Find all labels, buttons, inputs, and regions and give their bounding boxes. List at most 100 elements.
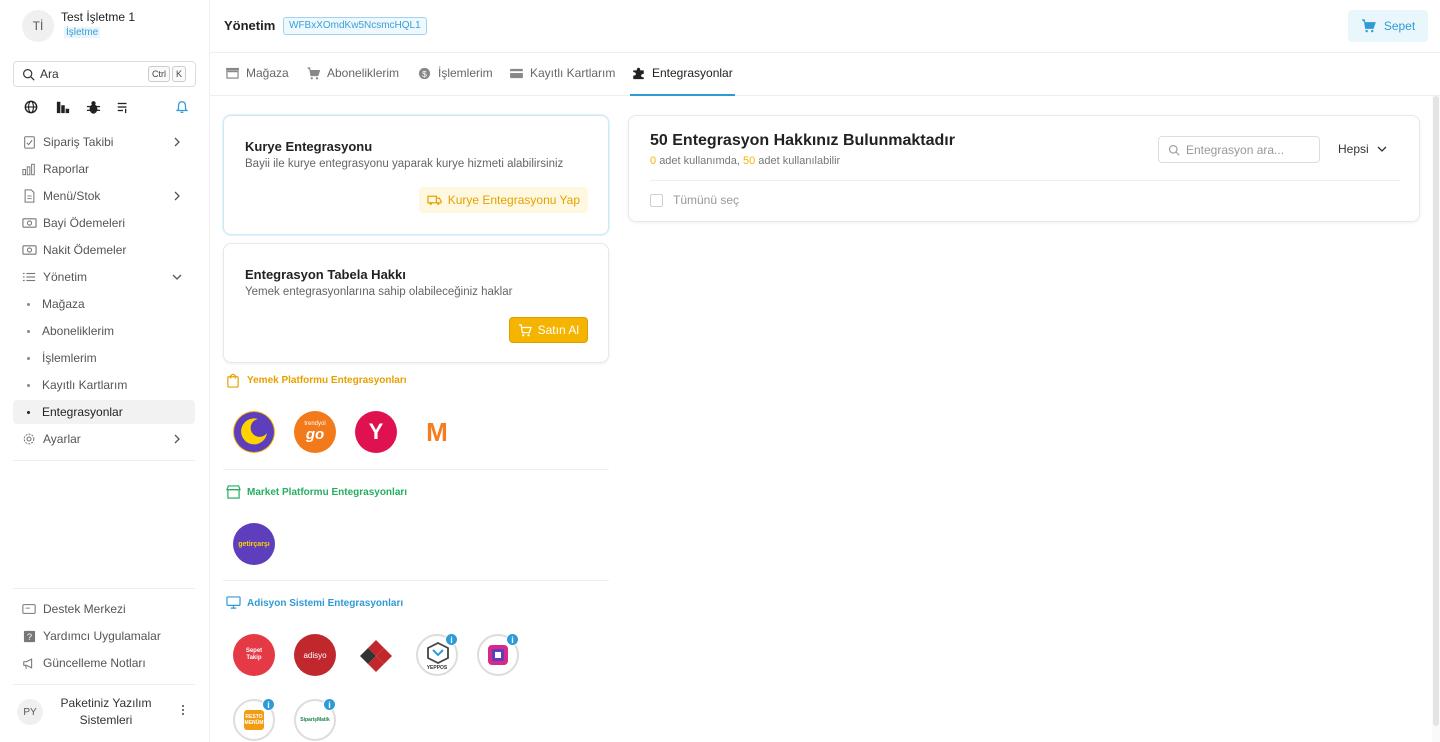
used-label: adet kullanımda, (659, 155, 740, 167)
courier-integration-button[interactable]: Kurye Entegrasyonu Yap (418, 187, 588, 213)
search-icon (1168, 144, 1180, 156)
nav-sub-entegrasyonlar[interactable]: Entegrasyonlar (13, 400, 195, 424)
select-all-label: Tümünü seç (673, 193, 740, 207)
section-label: Adisyon Sistemi Entegrasyonları (247, 597, 404, 609)
cart-icon (1361, 19, 1376, 33)
nav-raporlar[interactable]: Raporlar (13, 157, 195, 181)
filter-dropdown[interactable]: Hepsi (1338, 142, 1387, 156)
user-menu[interactable]: PY Paketiniz Yazılım Sistemleri (13, 690, 195, 734)
card-description: Bayii ile kurye entegrasyonu yaparak kur… (245, 158, 564, 170)
sepet-takip-logo[interactable]: Sepet Takip (233, 634, 275, 676)
nav-sub-islemlerim[interactable]: İşlemlerim (13, 346, 195, 370)
getir-carsi-logo[interactable]: getirçarşı (233, 523, 275, 565)
cart-label: Sepet (1383, 19, 1416, 33)
purple-pos-logo[interactable]: i (477, 633, 519, 676)
chevron-right-icon (169, 431, 185, 447)
tab-bar: Mağaza Aboneliklerim $ İşlemlerim Kayıtl… (210, 54, 1440, 96)
nav-nakit-odemeler[interactable]: Nakit Ödemeler (13, 238, 195, 262)
list-icon[interactable] (114, 98, 132, 116)
money-icon (21, 215, 37, 231)
trendyol-go-logo[interactable]: trendyol go (294, 411, 336, 453)
siparismatik-logo[interactable]: SiparişMatik i (294, 698, 336, 741)
document-icon (21, 188, 37, 204)
search-placeholder: Entegrasyon ara... (1186, 142, 1285, 157)
card-description: Yemek entegrasyonlarına sahip olabileceğ… (245, 286, 513, 298)
bell-icon[interactable] (173, 98, 191, 116)
menum-text: MENÜM (244, 720, 264, 726)
monitor-icon (225, 595, 241, 611)
nav-yonetim[interactable]: Yönetim (13, 265, 195, 289)
adisyo-text: adisyo (303, 650, 327, 660)
nav-label: Yardımcı Uygulamalar (43, 629, 161, 643)
nav-sub-aboneliklerim[interactable]: Aboneliklerim (13, 319, 195, 343)
panel-divider (650, 180, 1400, 181)
nav-sub-label: Mağaza (42, 297, 85, 311)
adisyo-logo[interactable]: adisyo (294, 634, 336, 676)
yemeksepeti-logo[interactable]: Y (355, 411, 397, 453)
yeppos-mark (427, 642, 449, 664)
go-text: go (305, 426, 325, 443)
nav-ayarlar[interactable]: Ayarlar (13, 427, 195, 451)
migros-logo[interactable] (233, 411, 275, 453)
food-platform-section-title: Yemek Platformu Entegrasyonları (225, 372, 407, 388)
shopping-bag-icon (225, 372, 241, 388)
tab-kayitli-kartlarim[interactable]: Kayıtlı Kartlarım (508, 66, 615, 96)
cart-button[interactable]: Sepet (1348, 10, 1428, 42)
nav-guncelleme-notlari[interactable]: Güncelleme Notları (13, 651, 195, 675)
nav-sub-label: İşlemlerim (42, 351, 97, 365)
chart-icon[interactable] (54, 98, 72, 116)
nav-label: Nakit Ödemeler (43, 243, 127, 257)
list-icon (21, 269, 37, 285)
tab-label: İşlemlerim (438, 66, 493, 80)
sidebar: Tİ Test İşletme 1 İşletme Ara Ctrl K Sip… (0, 0, 210, 742)
nav-sub-kayitli-kartlarim[interactable]: Kayıtlı Kartlarım (13, 373, 195, 397)
nav-label: Güncelleme Notları (43, 656, 146, 670)
svg-text:?: ? (26, 632, 31, 642)
resto-menum-logo[interactable]: RESTO MENÜM i (233, 698, 275, 741)
sign-rights-card: Entegrasyon Tabela Hakkı Yemek entegrasy… (223, 243, 609, 363)
quick-actions (22, 98, 192, 118)
more-vertical-icon[interactable] (181, 704, 185, 719)
globe-icon[interactable] (22, 98, 40, 116)
org-switcher[interactable]: Tİ Test İşletme 1 İşletme (22, 10, 135, 42)
section-label: Market Platformu Entegrasyonları (247, 486, 408, 498)
tab-magaza[interactable]: Mağaza (224, 66, 289, 96)
sepet-text: Sepet (245, 648, 263, 654)
chevron-down-icon (169, 269, 185, 285)
bug-icon[interactable] (84, 98, 102, 116)
info-badge-icon: i (323, 698, 336, 711)
select-all-checkbox[interactable]: Tümünü seç (650, 193, 739, 207)
red-diamond-pos-logo[interactable] (355, 634, 397, 676)
tab-aboneliklerim[interactable]: Aboneliklerim (305, 66, 399, 96)
yeppos-logo[interactable]: YEPPOS i (416, 633, 458, 676)
card-title: Entegrasyon Tabela Hakkı (245, 267, 406, 282)
usage-summary: 0 adet kullanımda, 50 adet kullanılabili… (650, 155, 840, 167)
chevron-right-icon (169, 134, 185, 150)
checkbox[interactable] (650, 193, 663, 207)
button-label: Satın Al (537, 323, 579, 337)
buy-button[interactable]: Satın Al (508, 317, 588, 343)
purple-pos-mark (488, 645, 508, 665)
page-title: Yönetim (224, 18, 276, 33)
top-header: Yönetim WFBxXOmdKw5NcsmcHQL1 Sepet (210, 0, 1440, 53)
nav-label: Bayi Ödemeleri (43, 216, 126, 230)
info-badge-icon: i (506, 633, 519, 646)
tab-entegrasyonlar[interactable]: Entegrasyonlar (630, 66, 735, 96)
nav-yardimci-uygulamalar[interactable]: ? Yardımcı Uygulamalar (13, 624, 195, 648)
megaphone-icon (21, 655, 37, 671)
nav-destek-merkezi[interactable]: Destek Merkezi (13, 597, 195, 621)
integration-search-input[interactable]: Entegrasyon ara... (1158, 136, 1320, 163)
available-label: adet kullanılabilir (758, 155, 841, 167)
nav-sub-magaza[interactable]: Mağaza (13, 292, 195, 316)
nav-siparis-takibi[interactable]: Sipariş Takibi (13, 130, 195, 154)
tab-islemlerim[interactable]: $ İşlemlerim (416, 66, 493, 96)
scrollbar-thumb[interactable] (1433, 96, 1439, 726)
business-id-badge[interactable]: WFBxXOmdKw5NcsmcHQL1 (283, 17, 427, 35)
clipboard-icon (21, 134, 37, 150)
sidebar-search[interactable]: Ara Ctrl K (13, 61, 196, 87)
cart-icon (305, 66, 321, 80)
nav-menu-stok[interactable]: Menü/Stok (13, 184, 195, 208)
m-platform-logo[interactable]: M (416, 411, 458, 453)
nav-bayi-odemeleri[interactable]: Bayi Ödemeleri (13, 211, 195, 235)
search-label: Ara (40, 67, 59, 81)
